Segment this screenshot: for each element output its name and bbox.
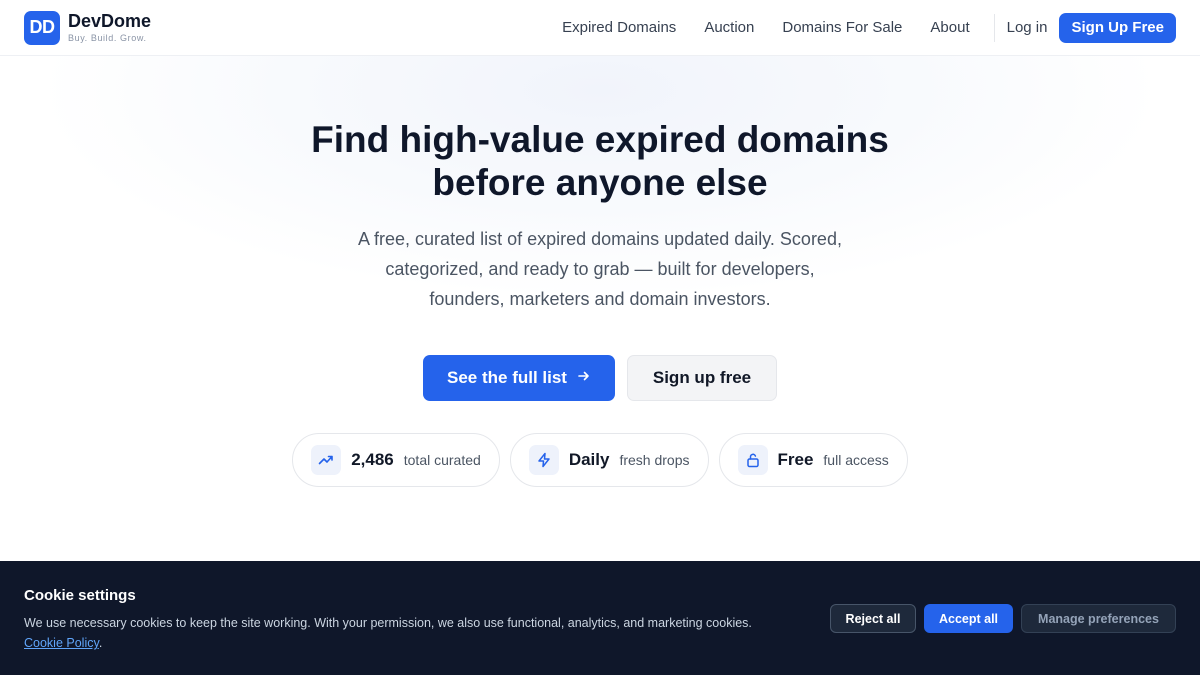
hero-subtitle: A free, curated list of expired domains … xyxy=(358,229,842,309)
arrow-right-icon xyxy=(577,369,591,388)
logo-mark: DD xyxy=(24,10,60,45)
cta-row: See the full list Sign up free xyxy=(0,355,1200,401)
nav-divider xyxy=(993,13,995,42)
logo[interactable]: DD DevDome Buy. Build. Grow. xyxy=(24,10,151,45)
stat-label: total curated xyxy=(403,452,481,468)
reject-all-button[interactable]: Reject all xyxy=(830,604,916,633)
stats-row: 2,486 total curated Daily fresh drops Fr… xyxy=(0,433,1200,487)
see-full-list-button[interactable]: See the full list xyxy=(423,355,615,401)
top-navbar: DD DevDome Buy. Build. Grow. Expired Dom… xyxy=(0,0,1200,56)
stat-value: 2,486 xyxy=(351,450,394,469)
nav-link-auction[interactable]: Auction xyxy=(704,19,754,36)
hero-section: Find high-value expired domains before a… xyxy=(0,118,1200,314)
brand-name: DevDome xyxy=(68,11,152,31)
stat-daily: Daily fresh drops xyxy=(509,433,709,487)
cookie-description: We use necessary cookies to keep the sit… xyxy=(24,616,752,630)
signup-button[interactable]: Sign Up Free xyxy=(1059,12,1176,43)
stat-total-curated: 2,486 total curated xyxy=(292,433,500,487)
logo-text: DevDome Buy. Build. Grow. xyxy=(68,11,151,44)
cookie-policy-link[interactable]: Cookie Policy xyxy=(24,636,99,650)
stat-free: Free full access xyxy=(718,433,908,487)
unlock-icon xyxy=(737,445,768,475)
nav-link-expired-domains[interactable]: Expired Domains xyxy=(562,19,676,36)
accept-all-button[interactable]: Accept all xyxy=(924,604,1013,633)
see-full-list-label: See the full list xyxy=(447,368,567,387)
stat-label: fresh drops xyxy=(619,452,690,468)
cookie-link-suffix: . xyxy=(98,636,103,650)
nav-link-about[interactable]: About xyxy=(930,19,969,36)
cookie-text: We use necessary cookies to keep the sit… xyxy=(24,613,784,653)
lightning-icon xyxy=(528,445,559,475)
sign-up-free-button[interactable]: Sign up free xyxy=(627,355,777,401)
stat-value: Daily xyxy=(568,450,610,469)
manage-preferences-button[interactable]: Manage preferences xyxy=(1021,604,1176,633)
cookie-title: Cookie settings xyxy=(24,587,136,604)
cookie-actions: Reject all Accept all Manage preferences xyxy=(822,604,1176,633)
nav-link-domains-for-sale[interactable]: Domains For Sale xyxy=(782,19,902,36)
trending-up-icon xyxy=(311,445,342,475)
stat-label: full access xyxy=(823,452,889,468)
cookie-banner: Cookie settings We use necessary cookies… xyxy=(0,561,1200,675)
hero-title: Find high-value expired domains before a… xyxy=(311,119,889,203)
login-link[interactable]: Log in xyxy=(1007,19,1048,36)
nav-links: Expired Domains Auction Domains For Sale… xyxy=(534,12,1176,43)
stat-value: Free xyxy=(777,450,814,469)
brand-tagline: Buy. Build. Grow. xyxy=(68,33,147,43)
